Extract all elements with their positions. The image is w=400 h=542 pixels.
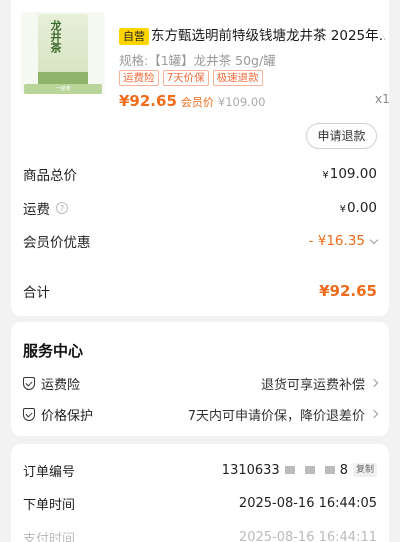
request-refund-button[interactable]: 申请退款	[306, 123, 377, 149]
product-thumbnail[interactable]: 龙井茶 一级茶	[21, 12, 105, 94]
service-item-shipping-insurance[interactable]: 运费险 退货可享运费补偿	[23, 372, 379, 394]
service-tags: 运费险 7天价保 极速退款	[119, 70, 263, 86]
service-item-desc: 7天内可申请价保，降价退差价	[187, 408, 365, 424]
question-icon[interactable]: ?	[56, 202, 68, 214]
service-item-left: 价格保护	[23, 405, 93, 424]
thumb-band-label: 一级茶	[24, 84, 102, 94]
shield-check-icon	[23, 376, 35, 390]
order-info-card: 订单编号 1310633 8 复制 下单时间 2025-08-16 16:44:…	[11, 444, 389, 542]
shield-check-icon	[23, 407, 35, 421]
pay-time-row: 支付时间 2025-08-16 16:44:11	[23, 526, 377, 542]
order-number-row: 订单编号 1310633 8 复制	[23, 459, 377, 481]
shipping-row: 运费 ? ¥0.00	[23, 197, 377, 219]
chevron-right-icon	[369, 409, 379, 419]
service-item-right: 退货可享运费补偿	[260, 374, 379, 393]
order-number-value-wrap: 1310633 8 复制	[222, 463, 377, 478]
shipping-label-wrap: 运费 ?	[23, 198, 68, 218]
current-price: ¥92.65	[119, 92, 177, 110]
tag-price-protect: 7天价保	[162, 70, 209, 86]
service-item-left: 运费险	[23, 374, 80, 393]
order-number-label: 订单编号	[23, 464, 76, 480]
product-spec: 规格:【1罐】龙井茶 50g/罐	[119, 53, 276, 68]
tag-shipping-insurance: 运费险	[119, 70, 159, 86]
member-discount-label: 会员价优惠	[23, 235, 91, 251]
member-discount-value: - ¥16.35	[308, 233, 365, 249]
order-time-label: 下单时间	[23, 497, 76, 513]
service-item-price-protect[interactable]: 价格保护 7天内可申请价保，降价退差价	[23, 403, 379, 425]
pay-time-value: 2025-08-16 16:44:11	[238, 529, 377, 542]
goods-total-row: 商品总价 ¥109.00	[23, 163, 377, 185]
service-item-desc: 退货可享运费补偿	[260, 377, 365, 393]
order-time-row: 下单时间 2025-08-16 16:44:05	[23, 492, 377, 514]
product-card: 龙井茶 一级茶 自营 东方甄选明前特级钱塘龙井茶 2025年… 规格:【1罐】龙…	[11, 0, 390, 316]
can-band	[38, 72, 88, 84]
product-title[interactable]: 东方甄选明前特级钱塘龙井茶 2025年…	[151, 26, 385, 46]
order-time-value: 2025-08-16 16:44:05	[238, 495, 377, 511]
service-center-title: 服务中心	[23, 342, 84, 360]
total-label: 合计	[23, 285, 50, 301]
service-item-label: 价格保护	[41, 408, 94, 424]
goods-total-value: ¥109.00	[322, 166, 377, 182]
chevron-down-icon	[369, 235, 379, 244]
chevron-right-icon	[369, 378, 379, 388]
service-item-label: 运费险	[41, 377, 81, 393]
member-discount-row[interactable]: 会员价优惠 - ¥16.35	[23, 230, 379, 252]
shipping-value: ¥0.00	[339, 200, 377, 216]
price-row: ¥92.65 会员价 ¥109.00	[119, 92, 265, 110]
order-number-prefix: 1310633	[221, 462, 280, 478]
member-discount-value-wrap: - ¥16.35	[308, 233, 379, 249]
service-item-right: 7天内可申请价保，降价退差价	[187, 405, 379, 424]
shipping-label: 运费	[23, 202, 50, 218]
service-center-card: 服务中心 运费险 退货可享运费补偿 价格保护 7天内可申请价保，降价退差价	[11, 322, 389, 436]
masked-digits	[324, 466, 335, 474]
order-number-suffix: 8	[339, 462, 348, 478]
self-operated-badge: 自营	[119, 28, 149, 45]
thumb-text: 龙井茶	[49, 20, 62, 53]
copy-button[interactable]: 复制	[352, 463, 377, 477]
masked-digits	[304, 466, 315, 474]
total-row: 合计 ¥92.65	[23, 280, 377, 302]
total-value: ¥92.65	[319, 282, 377, 300]
tag-fast-refund: 极速退款	[212, 70, 263, 86]
member-price-label: 会员价	[180, 96, 214, 109]
original-price: ¥109.00	[217, 95, 266, 109]
masked-digits	[284, 466, 295, 474]
pay-time-label: 支付时间	[23, 531, 76, 542]
quantity: x1	[375, 92, 390, 106]
goods-total-label: 商品总价	[23, 168, 77, 184]
